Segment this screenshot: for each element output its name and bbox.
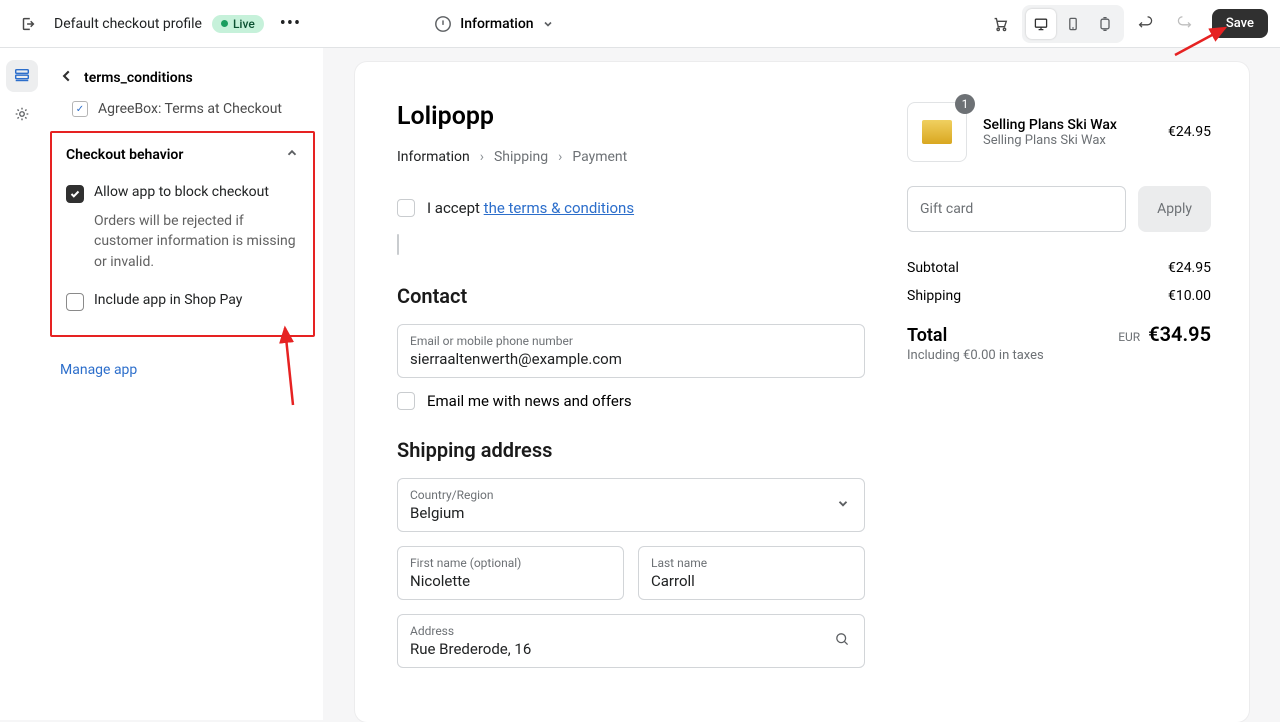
top-bar: Default checkout profile Live ••• Inform… — [0, 0, 1280, 48]
search-icon — [834, 631, 850, 651]
lastname-field[interactable]: Last name Carroll — [638, 546, 865, 600]
shoppay-checkbox[interactable] — [66, 293, 84, 311]
chevron-up-icon[interactable] — [285, 145, 299, 164]
cart-item: 1 Selling Plans Ski Wax Selling Plans Sk… — [907, 102, 1211, 162]
checkout-behavior-panel: Checkout behavior Allow app to block che… — [50, 131, 315, 337]
vertical-rail — [0, 48, 44, 720]
settings-icon[interactable] — [6, 98, 38, 130]
terms-link[interactable]: the terms & conditions — [484, 199, 634, 217]
email-field[interactable]: Email or mobile phone number sierraalten… — [397, 324, 865, 378]
breadcrumb-title: terms_conditions — [84, 70, 193, 86]
checklist-icon: ✓ — [72, 101, 88, 117]
country-field[interactable]: Country/Region Belgium — [397, 478, 865, 532]
apply-button[interactable]: Apply — [1138, 186, 1211, 232]
cart-icon[interactable] — [984, 8, 1016, 40]
more-icon[interactable]: ••• — [274, 13, 307, 34]
step-shipping[interactable]: Shipping — [494, 149, 548, 165]
news-checkbox[interactable] — [397, 392, 415, 410]
terms-checkbox[interactable] — [397, 199, 415, 217]
fullscreen-icon[interactable] — [1090, 9, 1120, 39]
step-information[interactable]: Information — [397, 149, 470, 165]
giftcard-input[interactable]: Gift card — [907, 186, 1126, 232]
firstname-field[interactable]: First name (optional) Nicolette — [397, 546, 624, 600]
chevron-right-icon: › — [480, 149, 484, 165]
exit-icon[interactable] — [12, 8, 44, 40]
extra-checkbox[interactable] — [397, 234, 399, 255]
back-icon[interactable] — [60, 68, 74, 87]
desktop-icon[interactable] — [1026, 9, 1056, 39]
save-button[interactable]: Save — [1212, 9, 1268, 38]
mobile-icon[interactable] — [1058, 9, 1088, 39]
terms-text: I accept the terms & conditions — [427, 199, 634, 217]
checkout-steps: Information › Shipping › Payment — [397, 149, 865, 165]
shipping-heading: Shipping address — [397, 438, 865, 462]
chevron-down-icon — [836, 496, 850, 515]
undo-icon[interactable] — [1130, 8, 1162, 40]
checkout-preview: Lolipopp Information › Shipping › Paymen… — [355, 62, 1249, 722]
panel-title: Checkout behavior — [66, 147, 183, 163]
contact-heading: Contact — [397, 284, 865, 308]
page-selector[interactable]: Information — [424, 11, 563, 37]
app-row[interactable]: ✓ AgreeBox: Terms at Checkout — [44, 97, 323, 131]
manage-app-link[interactable]: Manage app — [60, 362, 137, 378]
block-checkout-checkbox[interactable] — [66, 185, 84, 203]
live-badge: Live — [212, 15, 264, 33]
qty-badge: 1 — [955, 94, 975, 114]
sidebar: terms_conditions ✓ AgreeBox: Terms at Ch… — [44, 48, 324, 720]
sections-icon[interactable] — [6, 60, 38, 92]
device-switcher — [1022, 5, 1124, 43]
chevron-right-icon: › — [558, 149, 562, 165]
step-payment[interactable]: Payment — [572, 149, 627, 165]
profile-name: Default checkout profile — [54, 16, 202, 32]
address-field[interactable]: Address Rue Brederode, 16 — [397, 614, 865, 668]
store-name: Lolipopp — [397, 102, 865, 131]
redo-icon — [1168, 8, 1200, 40]
